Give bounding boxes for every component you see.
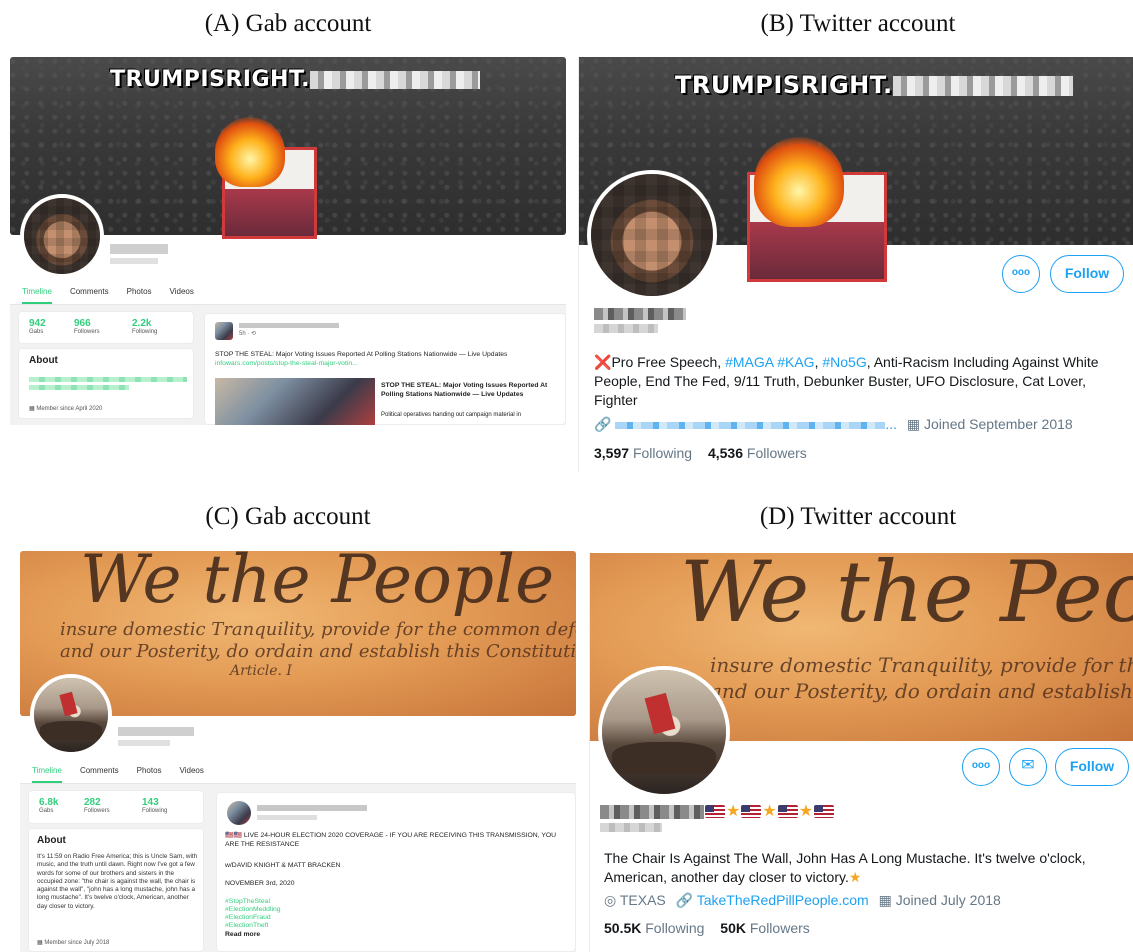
twitter-profile-b: TRUMPISRIGHT. ooo Follow ❌Pro Free Speec… bbox=[579, 57, 1133, 472]
banner-text: TRUMPISRIGHT. bbox=[675, 71, 1073, 99]
link-icon: 🔗 bbox=[675, 892, 694, 908]
banner-script: We the People bbox=[80, 551, 555, 618]
following-count[interactable]: 50.5K Following bbox=[604, 920, 704, 936]
tab-comments[interactable]: Comments bbox=[80, 766, 119, 783]
followers-count[interactable]: 50K Followers bbox=[720, 920, 809, 936]
caption-a: (A) Gab account bbox=[204, 10, 372, 37]
avatar[interactable] bbox=[30, 674, 112, 756]
post-avatar[interactable] bbox=[227, 801, 251, 825]
post-avatar[interactable] bbox=[215, 322, 233, 340]
username-blurred bbox=[118, 740, 170, 746]
tab-videos[interactable]: Videos bbox=[170, 287, 194, 304]
hashtag-electiontheft[interactable]: #ElectionTheft bbox=[225, 921, 268, 930]
bio: ❌Pro Free Speech, #MAGA #KAG, #No5G, Ant… bbox=[594, 354, 1099, 408]
profile-meta: 🔗 ... ▦ Joined September 2018 bbox=[594, 416, 1073, 432]
display-name-blurred bbox=[118, 727, 194, 736]
caption-b: (B) Twitter account bbox=[760, 10, 956, 37]
tab-photos[interactable]: Photos bbox=[127, 287, 152, 304]
about-heading: About bbox=[37, 835, 66, 846]
hashtag-maga[interactable]: #MAGA bbox=[725, 354, 773, 370]
about-card: About It's 11:59 on Radio Free America; … bbox=[28, 828, 204, 952]
link-icon: 🔗 bbox=[594, 416, 612, 432]
username-blurred bbox=[110, 258, 158, 264]
caption-d: (D) Twitter account bbox=[759, 503, 957, 530]
tab-timeline[interactable]: Timeline bbox=[32, 766, 62, 783]
avatar[interactable] bbox=[20, 194, 104, 278]
avatar[interactable] bbox=[598, 666, 730, 798]
caption-c: (C) Gab account bbox=[205, 503, 371, 530]
banner-script: We the People bbox=[680, 553, 1133, 641]
about-heading: About bbox=[29, 355, 58, 366]
message-button[interactable]: ✉ bbox=[1009, 748, 1047, 786]
fire bbox=[215, 117, 285, 187]
gab-profile-c: We the People insure domestic Tranquilit… bbox=[20, 551, 576, 952]
location: TEXAS bbox=[619, 892, 666, 908]
bio: The Chair Is Against The Wall, John Has … bbox=[604, 850, 1086, 885]
profile-tabs: Timeline Comments Photos Videos bbox=[22, 287, 194, 304]
about-text: It's 11:59 on Radio Free America; this i… bbox=[37, 853, 198, 910]
member-since: ▦ Member since April 2020 bbox=[29, 406, 103, 412]
post-text: STOP THE STEAL: Major Voting Issues Repo… bbox=[215, 351, 508, 358]
post-link[interactable]: infowars.com/posts/stop-the-steal-major-… bbox=[215, 359, 358, 368]
follow-button[interactable]: Follow bbox=[1050, 255, 1124, 293]
tab-photos[interactable]: Photos bbox=[137, 766, 162, 783]
twitter-profile-d: We the People insure domestic Tranquilit… bbox=[590, 553, 1133, 952]
post-card: 🇺🇸🇺🇸 LIVE 24-HOUR ELECTION 2020 COVERAGE… bbox=[216, 792, 576, 952]
link-preview-title[interactable]: STOP THE STEAL: Major Voting Issues Repo… bbox=[381, 382, 559, 399]
about-card: About ▦ Member since April 2020 bbox=[18, 348, 194, 419]
profile-link[interactable]: TakeTheRedPillPeople.com bbox=[697, 892, 869, 908]
stats-card: 6.8k Gabs 282 Followers 143 Following bbox=[28, 790, 204, 824]
profile-meta: ◎ TEXAS 🔗 TakeTheRedPillPeople.com ▦ Joi… bbox=[604, 892, 1001, 909]
banner-text: TRUMPISRIGHT. bbox=[110, 67, 480, 92]
hashtag-kag[interactable]: #KAG bbox=[777, 354, 814, 370]
post-card: 5h · ⟲ STOP THE STEAL: Major Voting Issu… bbox=[204, 313, 566, 425]
display-name-blurred bbox=[600, 804, 704, 819]
tab-timeline[interactable]: Timeline bbox=[22, 287, 52, 304]
display-name-blurred bbox=[110, 244, 168, 254]
more-options-button[interactable]: ooo bbox=[1002, 255, 1040, 293]
profile-link-blurred[interactable] bbox=[615, 421, 886, 429]
display-name-blurred bbox=[594, 308, 686, 320]
post-hosts: w/DAVID KNIGHT & MATT BRACKEN bbox=[225, 862, 341, 869]
stat-followers[interactable]: 282 Followers bbox=[84, 797, 110, 814]
stat-followers[interactable]: 966 Followers bbox=[74, 318, 100, 335]
following-count[interactable]: 3,597 Following bbox=[594, 445, 692, 461]
stat-gabs[interactable]: 942 Gabs bbox=[29, 318, 46, 335]
link-preview-desc: Political operatives handing out campaig… bbox=[381, 412, 522, 418]
calendar-icon: ▦ bbox=[878, 892, 892, 908]
followers-count[interactable]: 4,536 Followers bbox=[708, 445, 807, 461]
post-date: NOVEMBER 3rd, 2020 bbox=[225, 880, 295, 887]
read-more-link[interactable]: Read more bbox=[225, 930, 260, 939]
follow-counts: 50.5K Following 50K Followers bbox=[604, 920, 810, 936]
profile-tabs: Timeline Comments Photos Videos bbox=[32, 766, 204, 783]
joined-date: Joined July 2018 bbox=[895, 892, 1001, 908]
handle-blurred bbox=[594, 324, 658, 333]
member-since: ▦ Member since July 2018 bbox=[37, 940, 110, 946]
post-headline: 🇺🇸🇺🇸 LIVE 24-HOUR ELECTION 2020 COVERAGE… bbox=[225, 832, 557, 848]
location-icon: ◎ bbox=[604, 892, 617, 908]
stat-gabs[interactable]: 6.8k Gabs bbox=[39, 797, 58, 814]
more-options-button[interactable]: ooo bbox=[962, 748, 1000, 786]
gab-profile-a: TRUMPISRIGHT. Timeline Comments Photos V… bbox=[10, 57, 571, 425]
stat-following[interactable]: 143 Following bbox=[142, 797, 167, 814]
stat-following[interactable]: 2.2k Following bbox=[132, 318, 157, 335]
fire bbox=[754, 137, 844, 227]
calendar-icon: ▦ bbox=[906, 416, 921, 432]
link-preview-image[interactable] bbox=[215, 378, 375, 425]
joined-date: Joined September 2018 bbox=[924, 416, 1073, 432]
hashtag-no5g[interactable]: #No5G bbox=[822, 354, 866, 370]
stats-card: 942 Gabs 966 Followers 2.2k Following bbox=[18, 311, 194, 344]
post-timestamp: 5h · ⟲ bbox=[239, 331, 257, 337]
display-name-row: ★ ★ ★ bbox=[600, 801, 835, 821]
follow-button[interactable]: Follow bbox=[1055, 748, 1129, 786]
tab-comments[interactable]: Comments bbox=[70, 287, 109, 304]
avatar[interactable] bbox=[587, 170, 717, 300]
about-link-blurred[interactable] bbox=[29, 377, 187, 382]
handle-blurred bbox=[600, 823, 662, 832]
tab-videos[interactable]: Videos bbox=[180, 766, 204, 783]
follow-counts: 3,597 Following 4,536 Followers bbox=[594, 445, 807, 461]
